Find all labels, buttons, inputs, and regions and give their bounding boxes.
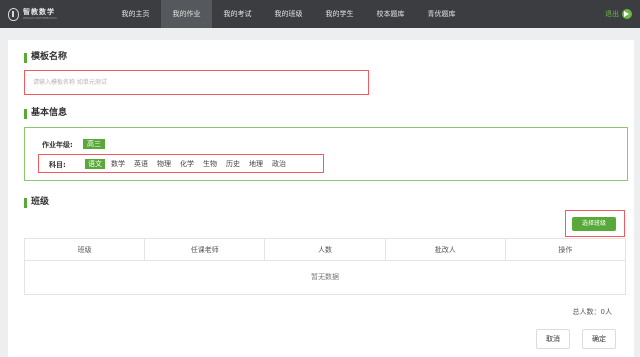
logout-arrow-icon	[622, 9, 632, 19]
nav-item-qingyou-bank[interactable]: 青优题库	[416, 0, 467, 28]
subject-option-politics[interactable]: 政治	[269, 159, 289, 169]
cancel-button[interactable]: 取消	[536, 329, 570, 349]
logo-leaf-icon	[8, 7, 19, 21]
template-name-input[interactable]	[24, 70, 369, 95]
subject-list: 语文 数学 英语 物理 化学 生物 历史 地理 政治	[85, 159, 292, 169]
total-students: 总人数：0人	[572, 308, 612, 316]
nav-item-homework[interactable]: 我的作业	[161, 0, 212, 28]
confirm-button[interactable]: 确定	[582, 329, 616, 349]
empty-table-message: 暂无数据	[311, 273, 339, 281]
template-name-heading: 模板名称	[24, 52, 67, 63]
subject-selector: 科目: 语文 数学 英语 物理 化学 生物 历史 地理 政治	[38, 154, 324, 173]
logo-title: 智教数学	[23, 7, 55, 16]
grade-label: 作业年级:	[42, 141, 73, 149]
top-nav-bar: 智教数学 ZHIJIAO MATHEMATICS 我的主页 我的作业 我的考试 …	[0, 0, 640, 28]
column-header-actions: 操作	[558, 246, 573, 254]
column-header-count: 人数	[265, 239, 386, 260]
nav-item-students[interactable]: 我的学生	[314, 0, 365, 28]
subject-option-chinese[interactable]: 语文	[85, 159, 105, 169]
subject-label: 科目:	[49, 161, 66, 169]
class-table: 班级 任课老师 人数 批改人 操作 暂无数据	[24, 238, 626, 295]
subject-option-math[interactable]: 数学	[108, 159, 128, 169]
subject-option-chemistry[interactable]: 化学	[177, 159, 197, 169]
subject-option-history[interactable]: 历史	[223, 159, 243, 169]
nav-item-school-bank[interactable]: 校本题库	[365, 0, 416, 28]
nav-item-classes[interactable]: 我的班级	[263, 0, 314, 28]
basic-info-box: 作业年级: 高三 科目: 语文 数学 英语 物理 化学 生物 历史 地理 政治	[24, 127, 628, 181]
logo-text: 智教数学 ZHIJIAO MATHEMATICS	[23, 7, 57, 20]
main-nav: 我的主页 我的作业 我的考试 我的班级 我的学生 校本题库 青优题库	[110, 0, 467, 28]
main-panel: 模板名称 基本信息 作业年级: 高三 科目: 语文 数学 英语 物理 化学 生物…	[8, 40, 634, 357]
subject-option-geography[interactable]: 地理	[246, 159, 266, 169]
nav-item-exams[interactable]: 我的考试	[212, 0, 263, 28]
classes-heading: 班级	[24, 197, 49, 208]
logout-button[interactable]: 退出	[605, 8, 632, 20]
subject-option-english[interactable]: 英语	[131, 159, 151, 169]
column-header-grader: 批改人	[386, 239, 506, 260]
grade-chip[interactable]: 高三	[83, 139, 105, 149]
basic-info-heading: 基本信息	[24, 108, 67, 119]
logo-subtitle: ZHIJIAO MATHEMATICS	[23, 15, 57, 20]
select-class-highlight: 选择班级	[565, 210, 625, 237]
column-header-class: 班级	[25, 239, 146, 260]
select-class-button[interactable]: 选择班级	[572, 217, 616, 231]
logo[interactable]: 智教数学 ZHIJIAO MATHEMATICS	[8, 7, 57, 21]
logout-label: 退出	[605, 10, 619, 18]
column-header-teacher: 任课老师	[145, 239, 266, 260]
table-header: 班级 任课老师 人数 批改人 操作	[25, 239, 625, 261]
subject-option-biology[interactable]: 生物	[200, 159, 220, 169]
subject-option-physics[interactable]: 物理	[154, 159, 174, 169]
nav-item-home[interactable]: 我的主页	[110, 0, 161, 28]
